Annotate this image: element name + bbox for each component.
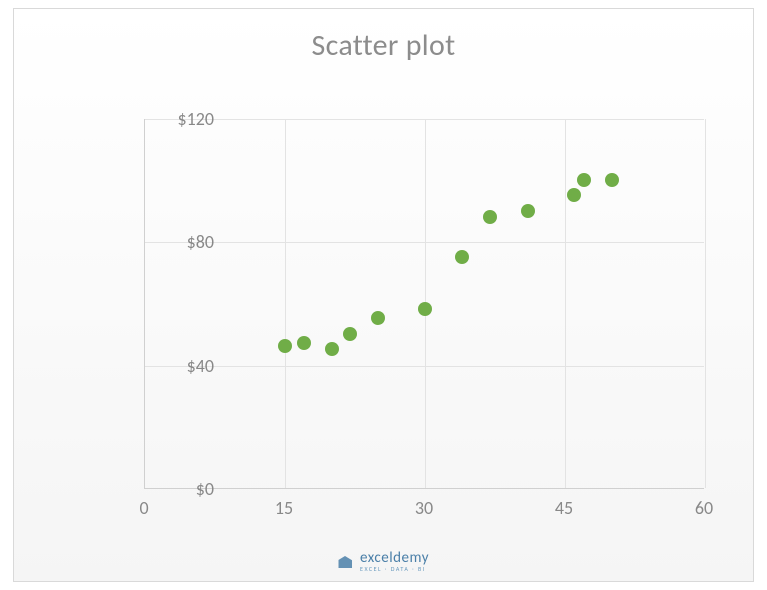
gridline-horizontal — [145, 366, 704, 367]
x-tick-label: 60 — [674, 497, 734, 519]
data-point — [521, 204, 535, 218]
data-point — [455, 250, 469, 264]
y-tick-label: $0 — [114, 478, 214, 500]
gridline-vertical — [285, 119, 286, 488]
gridline-horizontal — [145, 119, 704, 120]
gridline-vertical — [705, 119, 706, 488]
data-point — [343, 327, 357, 341]
gridline-vertical — [565, 119, 566, 488]
data-point — [371, 311, 385, 325]
data-point — [483, 210, 497, 224]
watermark-icon — [338, 554, 354, 568]
chart-container: Scatter plot 0 15 30 45 60 $0 $40 $80 $120 excel… — [13, 8, 754, 582]
plot-wrap: 015304560$0$40$80$120 — [84, 99, 724, 519]
y-tick-label: $80 — [114, 231, 214, 253]
y-tick-label: $120 — [114, 108, 214, 130]
gridline-horizontal — [145, 242, 704, 243]
x-tick-label: 15 — [254, 497, 314, 519]
data-point — [567, 188, 581, 202]
x-tick-label: 45 — [534, 497, 594, 519]
data-point — [278, 339, 292, 353]
x-tick-label: 0 — [114, 497, 174, 519]
watermark: exceldemy EXCEL · DATA · BI — [338, 549, 429, 573]
chart-title: Scatter plot — [14, 9, 753, 74]
plot-area — [144, 119, 704, 489]
data-point — [605, 173, 619, 187]
watermark-text: exceldemy EXCEL · DATA · BI — [360, 549, 429, 573]
data-point — [297, 336, 311, 350]
y-tick-label: $40 — [114, 355, 214, 377]
data-point — [418, 302, 432, 316]
data-point — [577, 173, 591, 187]
watermark-tagline: EXCEL · DATA · BI — [360, 565, 429, 573]
data-point — [325, 342, 339, 356]
x-tick-label: 30 — [394, 497, 454, 519]
